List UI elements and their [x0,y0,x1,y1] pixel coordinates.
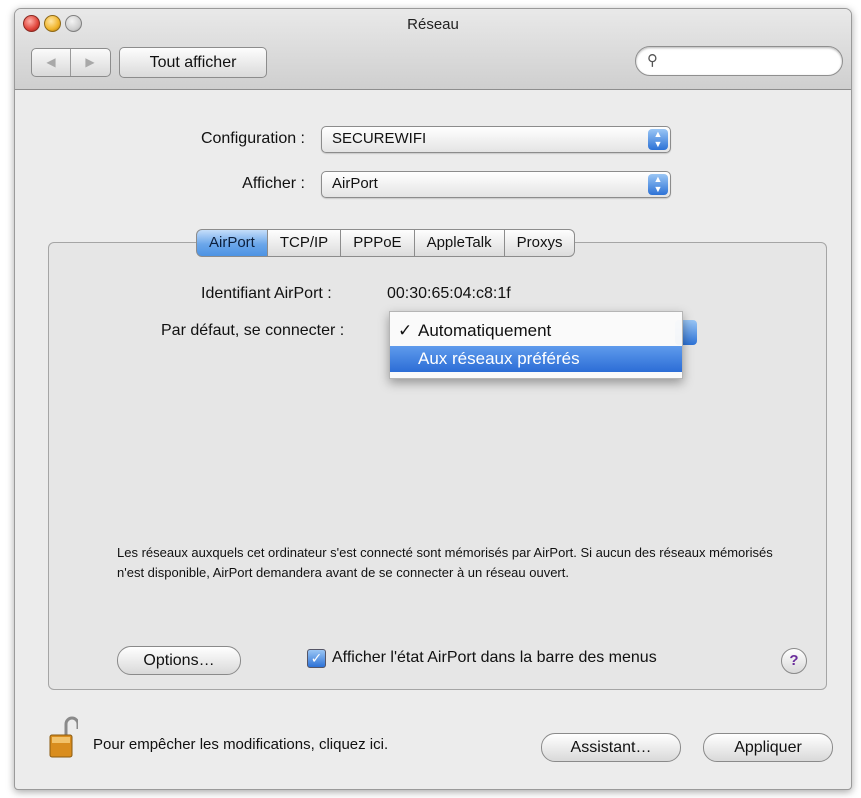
navigation-buttons: ◀ ▶ [31,48,111,77]
tab-tcpip[interactable]: TCP/IP [267,229,342,257]
title-bar: Réseau ◀ ▶ Tout afficher ⚲ [15,9,851,90]
checkmark-icon: ✓ [398,321,413,340]
airport-description: Les réseaux auxquels cet ordinateur s'es… [117,545,773,580]
tab-airport[interactable]: AirPort [196,229,268,257]
configuration-value: SECUREWIFI [332,130,427,147]
back-arrow-icon: ◀ [46,55,56,69]
window-title: Réseau [407,16,459,33]
network-preferences-window: Réseau ◀ ▶ Tout afficher ⚲ Configuration… [14,8,852,790]
configuration-popup[interactable]: SECUREWIFI ▲ ▼ [321,126,671,153]
connect-label: Par défaut, se connecter : [161,322,345,339]
tab-appletalk[interactable]: AppleTalk [414,229,505,257]
airport-id-label: Identifiant AirPort : [201,285,332,302]
apply-button[interactable]: Appliquer [703,733,833,762]
show-value: AirPort [332,175,378,192]
menu-item-automatically[interactable]: ✓ Automatiquement [390,318,682,344]
menu-item-label: Aux réseaux préférés [418,349,580,368]
show-popup[interactable]: AirPort ▲ ▼ [321,171,671,198]
tab-pppoe[interactable]: PPPoE [341,229,415,257]
show-all-button[interactable]: Tout afficher [119,47,267,78]
lock-icon[interactable] [48,715,80,760]
show-label: Afficher : [242,175,305,192]
help-button[interactable]: ? [781,648,807,674]
menu-item-label: Automatiquement [418,321,552,340]
back-button[interactable]: ◀ [32,49,71,76]
lock-message: Pour empêcher les modifications, cliquez… [93,736,389,753]
connect-dropdown-menu: ✓ Automatiquement Aux réseaux préférés [389,311,683,379]
popup-arrows-icon: ▲ ▼ [648,174,668,195]
options-button[interactable]: Options… [117,646,241,675]
configuration-label: Configuration : [200,130,305,147]
settings-panel [48,242,827,690]
magnifier-icon: ⚲ [647,52,658,69]
show-status-checkbox[interactable]: ✓ [307,649,326,668]
popup-arrows-icon: ▲ ▼ [648,129,668,150]
search-field[interactable]: ⚲ [635,46,843,76]
assistant-button[interactable]: Assistant… [541,733,681,762]
search-input[interactable] [666,51,835,71]
menu-item-preferred-networks[interactable]: Aux réseaux préférés [390,346,682,372]
tab-proxys[interactable]: Proxys [504,229,576,257]
forward-arrow-icon: ▶ [85,55,95,69]
show-status-label: Afficher l'état AirPort dans la barre de… [332,649,657,666]
tab-bar: AirPort TCP/IP PPPoE AppleTalk Proxys [196,229,576,257]
airport-id-value: 00:30:65:04:c8:1f [387,285,511,302]
forward-button[interactable]: ▶ [71,49,109,76]
